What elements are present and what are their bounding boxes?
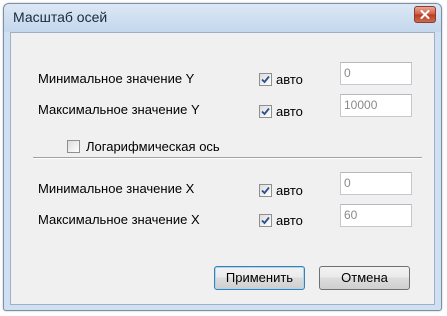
y-max-auto-checkbox[interactable] bbox=[259, 105, 272, 118]
y-max-field[interactable]: 10000 bbox=[340, 94, 412, 117]
log-axis-label: Логарифмическая ось bbox=[86, 139, 220, 154]
x-min-auto-checkbox[interactable] bbox=[259, 184, 272, 197]
dialog-body: Минимальное значение Y авто 0 Максимальн… bbox=[10, 32, 435, 305]
y-min-label: Минимальное значение Y bbox=[38, 71, 195, 86]
close-button[interactable] bbox=[414, 6, 436, 23]
checkmark-icon bbox=[261, 75, 270, 84]
apply-button[interactable]: Применить bbox=[214, 266, 305, 290]
x-max-field[interactable]: 60 bbox=[340, 204, 412, 227]
x-max-label: Максимальное значение X bbox=[38, 212, 200, 227]
y-max-auto-label: авто bbox=[276, 104, 303, 119]
y-min-auto-checkbox[interactable] bbox=[259, 73, 272, 86]
y-max-label: Максимальное значение Y bbox=[38, 102, 200, 117]
y-min-field[interactable]: 0 bbox=[340, 62, 412, 85]
close-icon bbox=[420, 10, 430, 19]
title-bar[interactable]: Масштаб осей bbox=[4, 4, 441, 32]
axis-scale-dialog: Масштаб осей Минимальное значение Y авто… bbox=[3, 3, 442, 311]
checkmark-icon bbox=[261, 107, 270, 116]
dialog-title: Масштаб осей bbox=[13, 9, 108, 25]
x-max-auto-checkbox[interactable] bbox=[259, 214, 272, 227]
checkmark-icon bbox=[261, 186, 270, 195]
log-axis-checkbox[interactable] bbox=[67, 140, 80, 153]
x-min-label: Минимальное значение X bbox=[38, 181, 195, 196]
cancel-button[interactable]: Отмена bbox=[319, 266, 410, 290]
section-divider bbox=[33, 157, 422, 159]
x-max-auto-label: авто bbox=[276, 213, 303, 228]
y-min-auto-label: авто bbox=[276, 72, 303, 87]
x-min-auto-label: авто bbox=[276, 183, 303, 198]
x-min-field[interactable]: 0 bbox=[340, 172, 412, 195]
checkmark-icon bbox=[261, 216, 270, 225]
